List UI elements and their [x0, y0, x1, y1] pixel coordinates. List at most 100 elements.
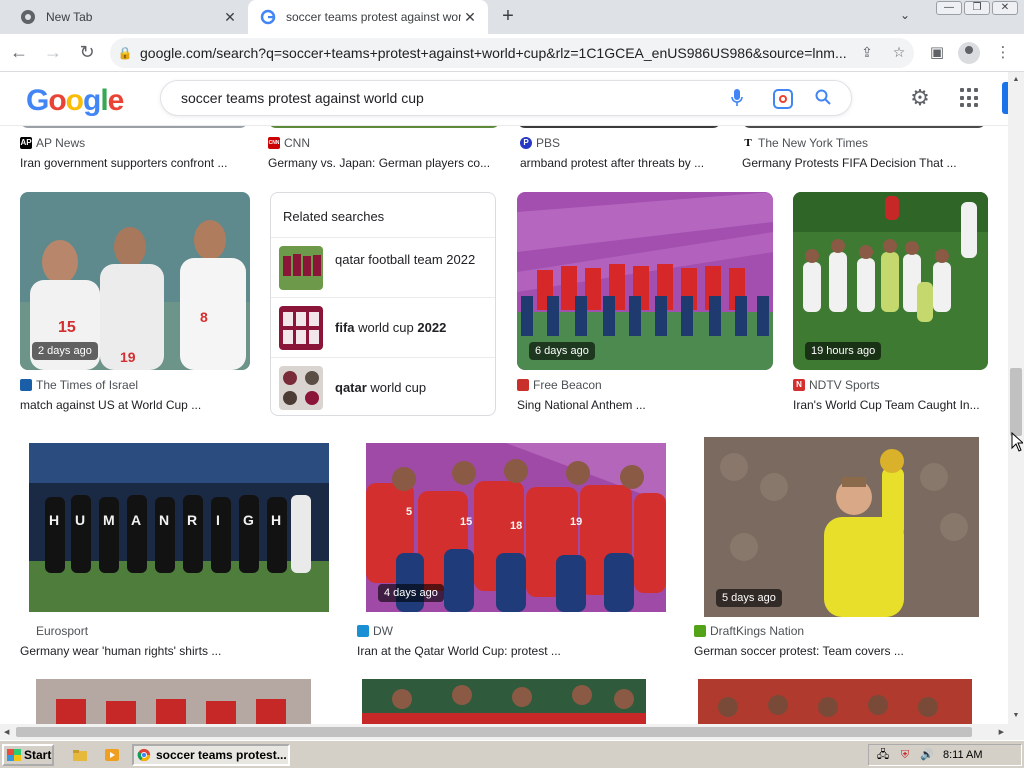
- close-icon[interactable]: ✕: [222, 9, 238, 25]
- image-thumbnail[interactable]: 5 15 18 19 4 days ago: [366, 443, 666, 612]
- profile-avatar[interactable]: [958, 42, 980, 64]
- pbs-icon: P: [520, 137, 532, 149]
- cnn-icon: CNN: [268, 137, 280, 149]
- time-badge: 6 days ago: [529, 342, 595, 360]
- result-caption[interactable]: Iran's World Cup Team Caught In...: [793, 398, 980, 412]
- bookmark-star-icon[interactable]: ☆: [890, 44, 908, 62]
- image-thumbnail[interactable]: [268, 126, 500, 128]
- result-source[interactable]: DW: [357, 624, 393, 638]
- result-source[interactable]: N NDTV Sports: [793, 378, 880, 392]
- svg-text:M: M: [103, 512, 115, 528]
- result-source[interactable]: CNN CNN: [268, 136, 310, 150]
- result-caption[interactable]: Germany wear 'human rights' shirts ...: [20, 644, 221, 658]
- camera-lens-icon[interactable]: [773, 89, 793, 109]
- image-results: AP AP News Iran government supporters con…: [0, 126, 1008, 724]
- svg-text:I: I: [216, 512, 220, 528]
- scroll-up-icon[interactable]: ▲: [1012, 76, 1020, 84]
- svg-text:15: 15: [58, 319, 76, 336]
- image-thumbnail[interactable]: [36, 679, 311, 724]
- gear-icon[interactable]: ⚙: [908, 86, 932, 110]
- windows-flag-icon: [7, 749, 21, 761]
- image-thumbnail[interactable]: HUMANRIGH: [29, 443, 329, 612]
- restore-button[interactable]: ❐: [964, 1, 990, 15]
- time-badge: 4 days ago: [378, 584, 444, 602]
- result-source[interactable]: DraftKings Nation: [694, 624, 804, 638]
- search-icon[interactable]: [813, 89, 833, 109]
- security-alert-icon[interactable]: ⛨: [897, 748, 913, 762]
- scroll-right-icon[interactable]: ▶: [999, 728, 1004, 736]
- result-source[interactable]: T The New York Times: [742, 136, 868, 150]
- image-thumbnail[interactable]: [362, 679, 646, 724]
- svg-text:U: U: [75, 512, 85, 528]
- image-thumbnail[interactable]: 19 hours ago: [793, 192, 988, 370]
- related-search-item[interactable]: fifa world cup 2022: [271, 297, 495, 357]
- tab-search[interactable]: soccer teams protest against world ✕: [248, 0, 488, 34]
- sign-in-button[interactable]: [1002, 82, 1008, 114]
- start-button[interactable]: Start: [2, 744, 54, 766]
- tab-strip: New Tab ✕ soccer teams protest against w…: [0, 0, 1024, 34]
- related-search-item[interactable]: qatar football team 2022: [271, 237, 495, 297]
- vertical-scrollbar[interactable]: ▲ ▼: [1008, 72, 1024, 724]
- image-thumbnail[interactable]: 6 days ago: [517, 192, 773, 370]
- tab-title: soccer teams protest against world: [286, 10, 461, 24]
- address-bar[interactable]: 🔒 google.com/search?q=soccer+teams+prote…: [110, 38, 914, 68]
- time-badge: 19 hours ago: [805, 342, 882, 360]
- scrollbar-thumb[interactable]: [1010, 368, 1022, 436]
- result-source[interactable]: AP AP News: [20, 136, 85, 150]
- back-button[interactable]: ←: [8, 42, 30, 64]
- related-searches-title: Related searches: [283, 209, 385, 224]
- tab-title: New Tab: [46, 10, 93, 24]
- related-search-label: qatar world cup: [335, 380, 427, 395]
- scrollbar-thumb[interactable]: [16, 727, 972, 737]
- share-icon[interactable]: ⇪: [858, 44, 876, 62]
- result-caption[interactable]: Germany Protests FIFA Decision That ...: [742, 156, 957, 170]
- chevron-down-icon[interactable]: ⌄: [896, 8, 914, 26]
- image-thumbnail[interactable]: 15 8 19 2 days ago: [20, 192, 250, 370]
- minimize-button[interactable]: —: [936, 1, 962, 15]
- volume-icon[interactable]: 🔊: [919, 748, 935, 762]
- image-thumbnail[interactable]: 5 days ago: [704, 437, 979, 617]
- related-search-item[interactable]: qatar world cup: [271, 357, 495, 417]
- result-caption[interactable]: German soccer protest: Team covers ...: [694, 644, 904, 658]
- folder-icon[interactable]: [72, 747, 88, 763]
- related-search-label: fifa world cup 2022: [335, 320, 447, 335]
- ap-news-icon: AP: [20, 137, 32, 149]
- apps-grid-icon[interactable]: [960, 88, 980, 108]
- search-input[interactable]: soccer teams protest against world cup: [160, 80, 852, 116]
- reload-button[interactable]: ↻: [76, 42, 98, 64]
- close-icon[interactable]: ✕: [462, 9, 478, 25]
- tab-new-tab[interactable]: New Tab ✕: [8, 0, 248, 34]
- svg-text:19: 19: [120, 349, 136, 365]
- related-search-label: qatar football team 2022: [335, 252, 476, 267]
- scroll-left-icon[interactable]: ◀: [4, 728, 9, 736]
- microphone-icon[interactable]: [727, 89, 747, 109]
- side-panel-icon[interactable]: ▣: [926, 42, 948, 64]
- image-thumbnail[interactable]: [517, 126, 721, 128]
- media-player-icon[interactable]: [104, 747, 120, 763]
- image-thumbnail[interactable]: [742, 126, 986, 128]
- result-source[interactable]: Free Beacon: [517, 378, 602, 392]
- google-logo[interactable]: Google: [26, 84, 124, 118]
- svg-text:R: R: [187, 512, 197, 528]
- scroll-down-icon[interactable]: ▼: [1012, 712, 1020, 720]
- taskbar-chrome-window[interactable]: soccer teams protest...: [132, 744, 290, 766]
- horizontal-scrollbar[interactable]: ◀ ▶: [0, 724, 1008, 740]
- menu-icon[interactable]: ⋮: [992, 42, 1014, 64]
- lock-icon[interactable]: 🔒: [110, 46, 140, 60]
- clock[interactable]: 8:11 AM: [943, 749, 983, 761]
- image-thumbnail[interactable]: [20, 126, 248, 128]
- result-caption[interactable]: Iran government supporters confront ...: [20, 156, 227, 170]
- result-source[interactable]: P PBS: [520, 136, 560, 150]
- new-tab-button[interactable]: +: [496, 5, 520, 29]
- result-caption[interactable]: match against US at World Cup ...: [20, 398, 201, 412]
- result-caption[interactable]: Sing National Anthem ...: [517, 398, 646, 412]
- result-caption[interactable]: Germany vs. Japan: German players co...: [268, 156, 490, 170]
- result-caption[interactable]: Iran at the Qatar World Cup: protest ...: [357, 644, 561, 658]
- image-thumbnail[interactable]: [698, 679, 972, 724]
- result-source[interactable]: The Times of Israel: [20, 378, 138, 392]
- close-window-button[interactable]: ✕: [992, 1, 1018, 15]
- result-source[interactable]: Eurosport: [36, 624, 88, 638]
- result-caption[interactable]: armband protest after threats by ...: [520, 156, 704, 170]
- forward-button[interactable]: →: [42, 42, 64, 64]
- network-icon[interactable]: 🖧: [875, 748, 891, 762]
